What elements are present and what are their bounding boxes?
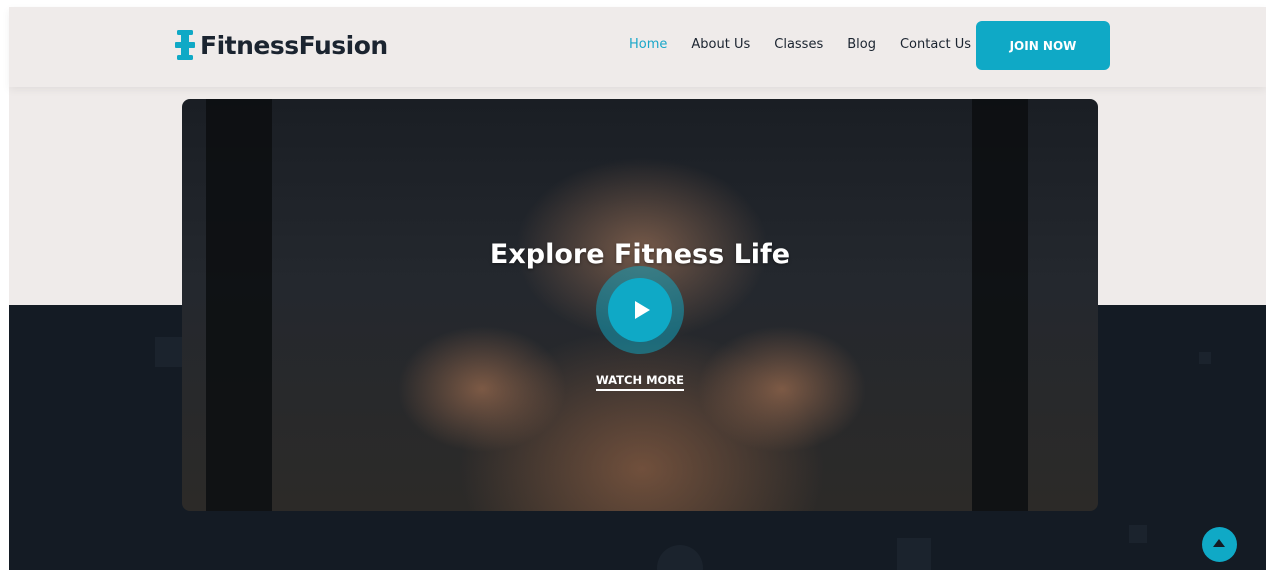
logo-text: FitnessFusion <box>200 30 388 60</box>
watch-more-label: WATCH MORE <box>595 373 685 391</box>
hero-banner: Explore Fitness Life WATCH MORE <box>182 99 1098 511</box>
watch-more-link[interactable]: WATCH MORE <box>182 373 1098 391</box>
gym-rack-left <box>206 99 272 511</box>
play-button-inner <box>608 278 672 342</box>
arrow-up-icon <box>1213 539 1225 547</box>
page: FitnessFusion Home About Us Classes Blog… <box>0 0 1266 570</box>
decorative-square <box>155 337 183 367</box>
decorative-square <box>897 538 931 570</box>
logo[interactable]: FitnessFusion <box>174 27 388 63</box>
main-nav: Home About Us Classes Blog Contact Us <box>629 37 971 52</box>
nav-home[interactable]: Home <box>629 37 667 52</box>
play-icon <box>635 301 650 319</box>
scroll-to-top-button[interactable] <box>1202 527 1237 562</box>
decorative-square <box>1199 352 1211 364</box>
nav-classes[interactable]: Classes <box>774 37 823 52</box>
decorative-square <box>1129 525 1147 543</box>
nav-about-us[interactable]: About Us <box>691 37 750 52</box>
nav-blog[interactable]: Blog <box>847 37 876 52</box>
gym-rack-right <box>972 99 1028 511</box>
join-now-button[interactable]: JOIN NOW <box>976 21 1110 70</box>
nav-contact-us[interactable]: Contact Us <box>900 37 971 52</box>
dumbbell-icon <box>175 30 195 60</box>
site-header: FitnessFusion Home About Us Classes Blog… <box>9 7 1266 87</box>
decorative-circle <box>657 545 703 570</box>
play-button[interactable] <box>596 266 684 354</box>
